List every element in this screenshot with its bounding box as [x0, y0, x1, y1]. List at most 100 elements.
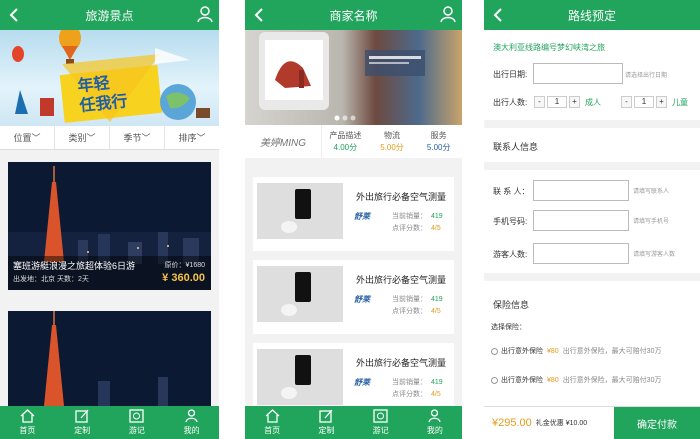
product-name: 外出旅行必备空气测量 — [356, 358, 447, 368]
tab-notes[interactable]: 游记 — [110, 406, 165, 439]
home-icon — [20, 409, 35, 423]
phone-input[interactable] — [533, 210, 629, 231]
product-name: 外出旅行必备空气测量 — [356, 275, 447, 285]
minus-button[interactable]: - — [534, 96, 545, 108]
edit-icon — [74, 409, 89, 423]
radio-icon[interactable] — [491, 376, 498, 384]
tab-custom[interactable]: 定制 — [299, 406, 353, 439]
page-title: 商家名称 — [329, 8, 378, 23]
tab-notes[interactable]: 游记 — [354, 406, 408, 439]
plus-button[interactable]: + — [656, 96, 667, 108]
chevron-down-icon: ﹀ — [196, 133, 206, 143]
insurance-choose-label: 选择保险： — [491, 324, 526, 331]
contact-hint: 请填写联系人 — [633, 189, 670, 195]
contact-label: 联 系 人： — [493, 187, 530, 196]
divider — [484, 162, 700, 170]
user-icon[interactable] — [440, 6, 456, 23]
product-brand: 舒莱 — [354, 212, 370, 221]
photo-icon — [129, 409, 145, 423]
edit-icon — [319, 409, 333, 423]
page-title: 旅游景点 — [85, 8, 134, 23]
shop-info: 美婷MING 产品描述 4.00分 物流 5.00分 服务 5.00分 — [245, 125, 462, 158]
photo-icon — [373, 409, 388, 423]
product-sales: 当前销量： 419 — [392, 379, 443, 386]
shoe-phone-image — [259, 32, 425, 121]
total-price: ¥295.00 — [492, 417, 532, 429]
radio-icon[interactable] — [491, 347, 498, 355]
product-image — [257, 183, 343, 239]
product-image — [257, 349, 343, 405]
score-logistics: 物流 5.00分 — [380, 130, 404, 152]
insurance-section-title: 保险信息 — [493, 300, 530, 310]
back-arrow-icon[interactable] — [251, 7, 267, 23]
guest-input[interactable] — [533, 243, 629, 264]
tab-home[interactable]: 首页 — [0, 406, 55, 439]
tour-departure: 出发地：北京 天数：2天 — [13, 276, 89, 283]
chevron-down-icon: ﹀ — [141, 133, 151, 143]
insurance-option[interactable]: 出行意外保险 ¥80 出行意外保险，最大可赔付30万 — [491, 346, 661, 356]
back-arrow-icon[interactable] — [490, 7, 506, 23]
shop-logo: 美婷MING — [245, 125, 322, 158]
tour-overlay: 塞班游艇浪漫之旅超体验6日游 出发地：北京 天数：2天 原价：¥1680 ¥ 3… — [8, 256, 211, 290]
people-label: 出行人数: — [493, 98, 528, 107]
product-sales: 当前销量： 419 — [392, 213, 443, 220]
date-input[interactable] — [533, 63, 623, 84]
phone-hint: 请填写手机号 — [633, 219, 670, 225]
chevron-down-icon: ﹀ — [31, 133, 41, 143]
product-score: 点评分数： 4/5 — [392, 391, 441, 398]
divider — [484, 273, 700, 281]
tab-mine[interactable]: 我的 — [408, 406, 462, 439]
tab-custom[interactable]: 定制 — [55, 406, 110, 439]
tab-mine[interactable]: 我的 — [164, 406, 219, 439]
score-description: 产品描述 4.00分 — [329, 130, 362, 152]
checkout-bar: ¥295.00 礼金优惠 ¥10.00 确定付款 — [484, 406, 700, 439]
gift-discount: 礼金优惠 ¥10.00 — [535, 420, 588, 427]
product-card[interactable]: 外出旅行必备空气测量 舒莱 当前销量： 419 点评分数： 4/5 — [253, 177, 454, 251]
header: 旅游景点 — [0, 0, 219, 30]
page-title: 路线预定 — [567, 8, 616, 23]
header: 路线预定 — [484, 0, 700, 30]
booking-screen: 路线预定 澳大利亚线路编号梦幻峡湾之旅 出行日期: 请选择出行日期 出行人数: … — [484, 0, 700, 439]
guest-hint: 请填写游客人数 — [633, 252, 676, 258]
contact-input[interactable] — [533, 180, 629, 201]
tour-title: 塞班游艇浪漫之旅超体验6日游 — [13, 261, 136, 271]
plus-button[interactable]: + — [569, 96, 580, 108]
product-score: 点评分数： 4/5 — [392, 308, 441, 315]
shop-banner[interactable] — [245, 30, 462, 125]
back-arrow-icon[interactable] — [6, 7, 22, 23]
divider — [484, 120, 700, 128]
promo-banner[interactable]: 年轻 任我行 — [0, 25, 219, 126]
user-icon[interactable] — [197, 6, 213, 23]
insurance-option[interactable]: 出行意外保险 ¥80 出行意外保险，最大可赔付30万 — [491, 375, 661, 385]
tour-card[interactable] — [8, 311, 211, 406]
filter-bar: 位置 ﹀ 类别 ﹀ 季节 ﹀ 排序 ﹀ — [0, 126, 219, 150]
travel-screen: 旅游景点 年轻 任我行 位置 ﹀ 类别 ﹀ 季节 ﹀ 排序 ﹀ 塞班游艇浪漫之旅… — [0, 0, 219, 439]
total-area: ¥295.00 礼金优惠 ¥10.00 — [484, 407, 614, 439]
phone-label: 手机号码: — [493, 217, 528, 226]
filter-location[interactable]: 位置 ﹀ — [0, 126, 55, 149]
contact-section-title: 联系人信息 — [493, 142, 539, 152]
tour-original-price: 原价：¥1680 — [164, 262, 205, 269]
pay-button[interactable]: 确定付款 — [614, 407, 700, 439]
date-label: 出行日期: — [493, 70, 528, 79]
product-brand: 舒莱 — [354, 378, 370, 387]
product-card[interactable]: 外出旅行必备空气测量 舒莱 当前销量： 419 点评分数： 4/5 — [253, 260, 454, 334]
route-name: 澳大利亚线路编号梦幻峡湾之旅 — [493, 43, 605, 52]
tour-price: ¥ 360.00 — [162, 272, 205, 284]
chevron-down-icon: ﹀ — [86, 133, 96, 143]
tab-bar: 首页 定制 游记 我的 — [0, 406, 219, 439]
guest-label: 游客人数: — [493, 250, 528, 259]
filter-sort[interactable]: 排序 ﹀ — [165, 126, 219, 149]
child-stepper[interactable]: -1 + 儿童 — [621, 96, 688, 108]
profile-icon — [185, 409, 198, 423]
profile-icon — [428, 409, 442, 423]
filter-category[interactable]: 类别 ﹀ — [55, 126, 110, 149]
filter-season[interactable]: 季节 ﹀ — [110, 126, 165, 149]
product-score: 点评分数： 4/5 — [392, 225, 441, 232]
minus-button[interactable]: - — [621, 96, 632, 108]
date-hint: 请选择出行日期 — [625, 73, 668, 79]
tour-card[interactable]: 塞班游艇浪漫之旅超体验6日游 出发地：北京 天数：2天 原价：¥1680 ¥ 3… — [8, 162, 211, 290]
adult-stepper[interactable]: -1 + 成人 — [534, 96, 601, 108]
shop-screen: 商家名称 美婷MING 产品描述 4.00分 物流 5.00分 服务 5.00分 外出… — [245, 0, 462, 439]
tab-home[interactable]: 首页 — [245, 406, 299, 439]
